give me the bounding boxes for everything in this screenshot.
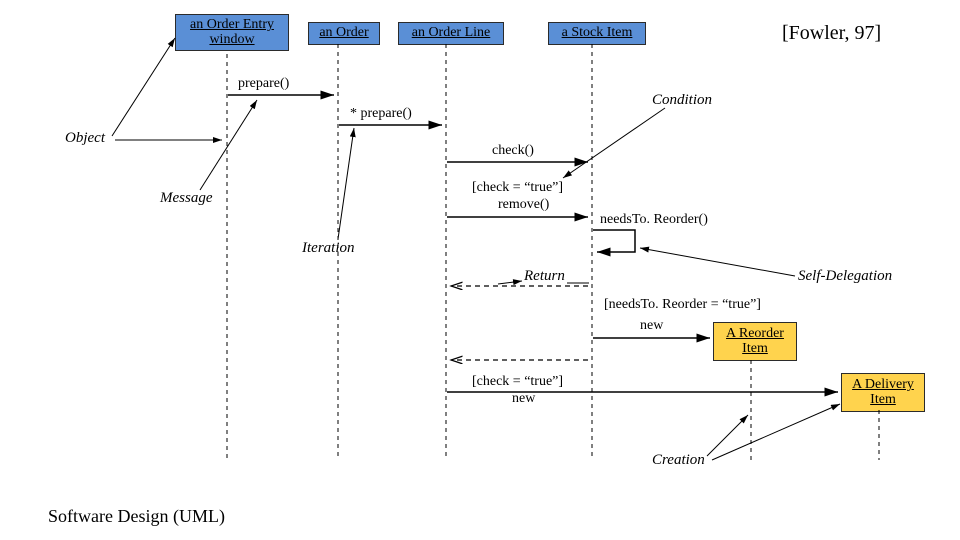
diagram-svg: [0, 0, 960, 540]
